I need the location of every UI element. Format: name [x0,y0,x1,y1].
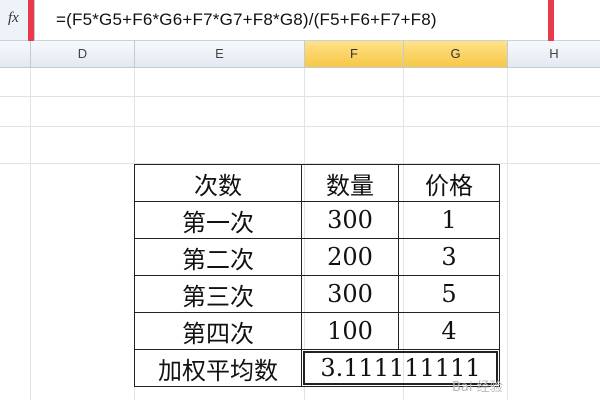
column-header-row: D E F G H [0,41,600,68]
gridline [0,126,600,127]
header-cell-count[interactable]: 次数 [134,164,302,202]
header-cell-price[interactable]: 价格 [398,164,500,202]
result-label-cell[interactable]: 加权平均数 [134,349,302,387]
result-row: 加权平均数 3.111111111 [134,349,500,387]
select-all-corner[interactable] [0,41,31,67]
column-header-e[interactable]: E [135,41,305,67]
fx-icon: fx [8,10,19,26]
gridline [30,68,31,400]
table-cell[interactable]: 100 [301,312,399,350]
table-header-row: 次数 数量 价格 [134,164,500,202]
formula-text: =(F5*G5+F6*G6+F7*G7+F8*G8)/(F5+F6+F7+F8) [56,10,437,29]
column-header-h[interactable]: H [508,41,600,67]
formula-input[interactable]: =(F5*G5+F6*G6+F7*G7+F8*G8)/(F5+F6+F7+F8) [36,4,552,36]
table-cell[interactable]: 3 [398,238,500,276]
table-cell[interactable]: 4 [398,312,500,350]
watermark: Bai 经验 [452,380,503,395]
insert-function-button[interactable]: fx [0,0,35,40]
table-cell[interactable]: 1 [398,201,500,239]
weighted-average-table: 次数 数量 价格 第一次 300 1 第二次 200 3 第三次 300 5 第… [134,164,500,387]
table-cell[interactable]: 200 [301,238,399,276]
table-cell[interactable]: 300 [301,275,399,313]
formula-bar: fx =(F5*G5+F6*G6+F7*G7+F8*G8)/(F5+F6+F7+… [0,0,600,52]
table-cell[interactable]: 300 [301,201,399,239]
table-cell[interactable]: 第一次 [134,201,302,239]
table-row: 第三次 300 5 [134,275,500,313]
column-header-g[interactable]: G [404,41,508,67]
table-row: 第四次 100 4 [134,312,500,350]
column-header-d[interactable]: D [31,41,135,67]
table-cell[interactable]: 第二次 [134,238,302,276]
table-row: 第一次 300 1 [134,201,500,239]
table-cell[interactable]: 5 [398,275,500,313]
gridline [507,68,508,400]
table-cell[interactable]: 第三次 [134,275,302,313]
column-header-f[interactable]: F [305,41,404,67]
gridline [0,96,600,97]
table-cell[interactable]: 第四次 [134,312,302,350]
table-row: 第二次 200 3 [134,238,500,276]
header-cell-quantity[interactable]: 数量 [301,164,399,202]
